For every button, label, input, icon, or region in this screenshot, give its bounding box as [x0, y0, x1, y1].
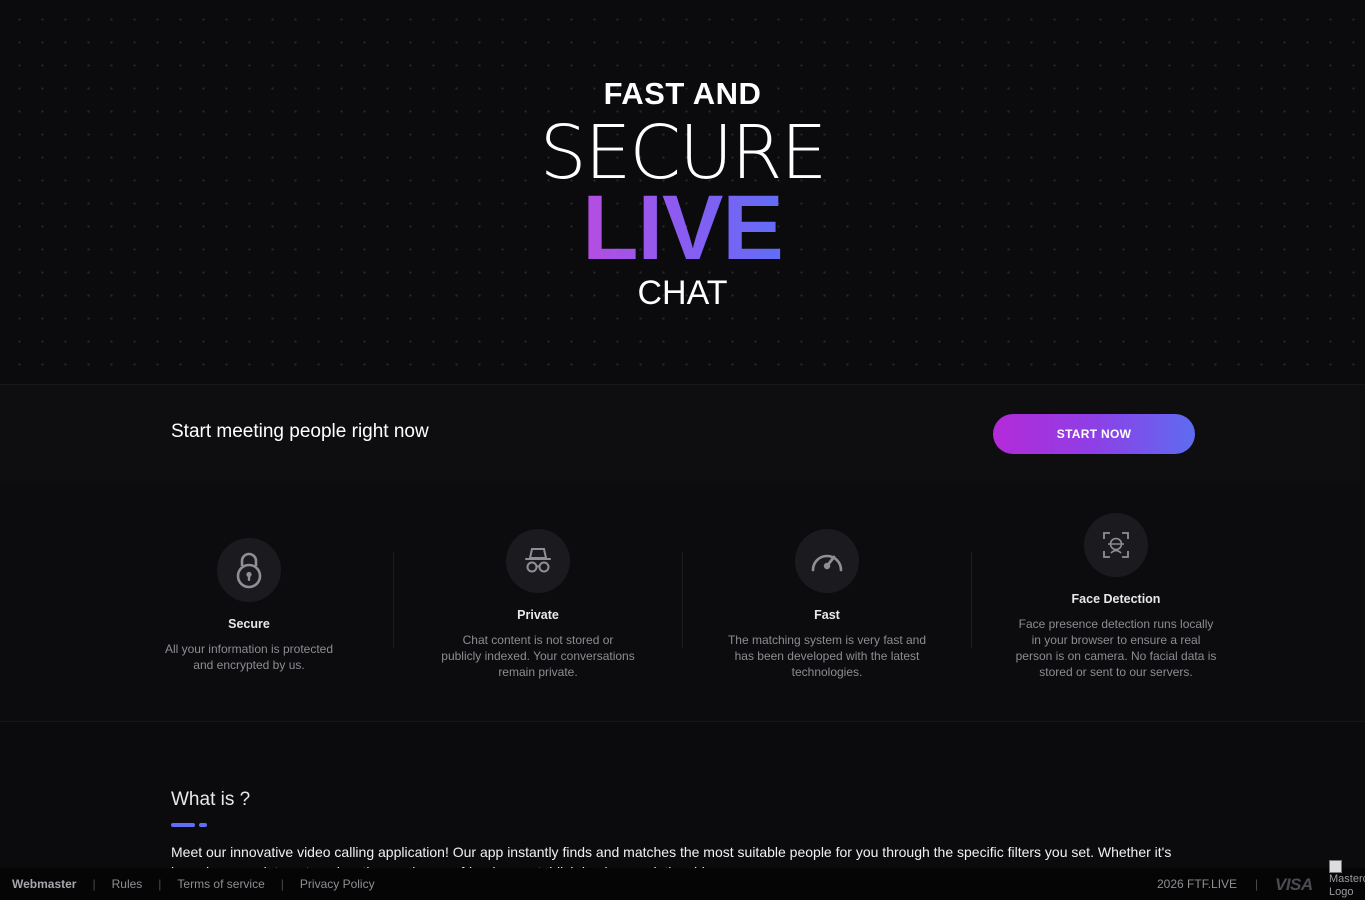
footer-links: Webmaster | Rules | Terms of service | P…: [12, 868, 375, 900]
hero-section: FAST AND SECURE LIVE CHAT: [0, 0, 1365, 384]
features-section: Secure All your information is protected…: [0, 481, 1365, 722]
hero-line-chat: CHAT: [637, 274, 728, 312]
title-underline-dot: [199, 823, 207, 827]
footer-link-webmaster[interactable]: Webmaster: [12, 877, 76, 891]
lock-icon: [236, 552, 262, 589]
speedometer-icon: [811, 554, 843, 572]
footer-separator: |: [280, 877, 284, 891]
feature-description: Chat content is not stored or publicly i…: [441, 633, 635, 679]
feature-icon-wrap: [1084, 513, 1148, 577]
feature-description: The matching system is very fast and has…: [727, 633, 927, 679]
footer-separator: |: [158, 877, 162, 891]
footer-link-privacy[interactable]: Privacy Policy: [300, 877, 375, 891]
feature-title: Face Detection: [1071, 592, 1161, 606]
feature-secure: Secure All your information is protected…: [144, 538, 354, 673]
feature-title: Private: [517, 608, 559, 622]
hero-live-text: LIVE: [582, 177, 783, 279]
visa-logo: VISA: [1275, 875, 1313, 894]
feature-description: Face presence detection runs locally in …: [1015, 617, 1217, 679]
hero-line-live: LIVE: [0, 182, 1365, 274]
footer-separator: |: [1255, 877, 1259, 891]
hero-line-fast: FAST AND: [603, 76, 762, 111]
feature-icon-wrap: [506, 529, 570, 593]
feature-fast: Fast The matching system is very fast an…: [722, 529, 932, 680]
footer-link-rules[interactable]: Rules: [112, 877, 143, 891]
feature-face-detection: Face Detection Face presence detection r…: [1011, 513, 1221, 680]
about-title: What is ?: [171, 789, 251, 810]
feature-icon-wrap: [217, 538, 281, 602]
feature-description: All your information is protected and en…: [164, 642, 334, 672]
cta-band: Start meeting people right now START NOW: [0, 384, 1365, 482]
start-now-button[interactable]: START NOW: [993, 414, 1195, 454]
feature-private: Private Chat content is not stored or pu…: [433, 529, 643, 680]
feature-divider: [682, 552, 683, 648]
feature-title: Secure: [228, 617, 270, 631]
footer-link-terms[interactable]: Terms of service: [177, 877, 264, 891]
feature-divider: [393, 552, 394, 648]
footer-separator: |: [92, 877, 96, 891]
cta-text: Start meeting people right now: [171, 421, 429, 442]
incognito-icon: [525, 548, 551, 573]
mastercard-logo: Mastercard Logo: [1329, 860, 1365, 900]
feature-divider: [971, 552, 972, 648]
broken-image-icon: [1329, 860, 1342, 873]
footer: Webmaster | Rules | Terms of service | P…: [0, 860, 1365, 900]
feature-icon-wrap: [795, 529, 859, 593]
face-scan-icon: [1103, 532, 1129, 558]
title-underline: [171, 823, 195, 827]
footer-copyright: 2026 FTF.LIVE: [1157, 877, 1238, 891]
page: FAST AND SECURE LIVE CHAT Start meeting …: [0, 0, 1365, 900]
feature-title: Fast: [814, 608, 840, 622]
mastercard-alt-text: Mastercard Logo: [1329, 873, 1365, 898]
